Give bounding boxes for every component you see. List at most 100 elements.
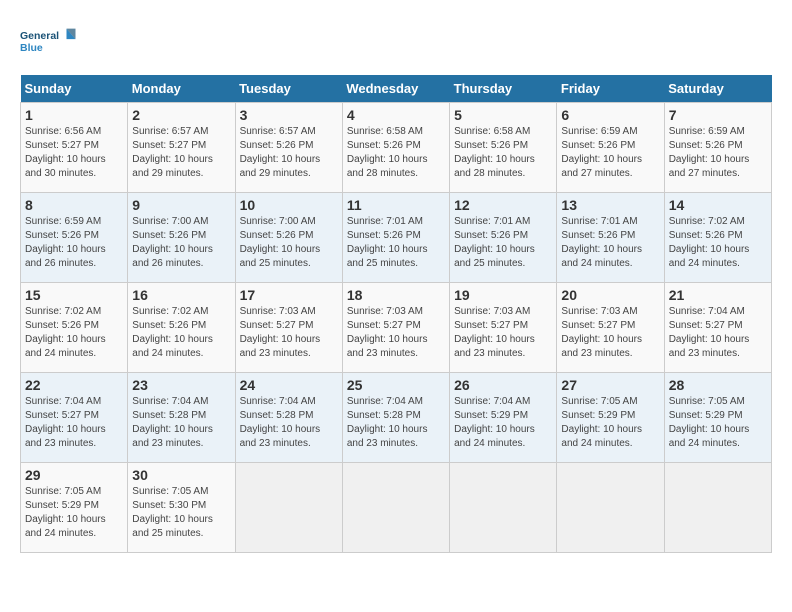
day-info: Sunrise: 6:56 AMSunset: 5:27 PMDaylight:… [25,126,106,179]
calendar-cell: 23 Sunrise: 7:04 AMSunset: 5:28 PMDaylig… [128,373,235,463]
day-number: 15 [25,287,123,303]
day-number: 23 [132,377,230,393]
calendar-cell [450,463,557,553]
day-number: 9 [132,197,230,213]
day-number: 18 [347,287,445,303]
day-info: Sunrise: 6:57 AMSunset: 5:26 PMDaylight:… [240,126,321,179]
calendar-cell: 1 Sunrise: 6:56 AMSunset: 5:27 PMDayligh… [21,103,128,193]
day-info: Sunrise: 7:04 AMSunset: 5:28 PMDaylight:… [240,396,321,449]
day-info: Sunrise: 7:04 AMSunset: 5:27 PMDaylight:… [669,306,750,359]
day-info: Sunrise: 6:58 AMSunset: 5:26 PMDaylight:… [347,126,428,179]
calendar-cell: 27 Sunrise: 7:05 AMSunset: 5:29 PMDaylig… [557,373,664,463]
day-info: Sunrise: 6:59 AMSunset: 5:26 PMDaylight:… [561,126,642,179]
calendar-cell [235,463,342,553]
calendar-cell: 2 Sunrise: 6:57 AMSunset: 5:27 PMDayligh… [128,103,235,193]
calendar-cell: 4 Sunrise: 6:58 AMSunset: 5:26 PMDayligh… [342,103,449,193]
calendar-cell: 9 Sunrise: 7:00 AMSunset: 5:26 PMDayligh… [128,193,235,283]
logo-svg: General Blue [20,20,80,65]
day-number: 20 [561,287,659,303]
calendar-table: SundayMondayTuesdayWednesdayThursdayFrid… [20,75,772,553]
day-info: Sunrise: 7:05 AMSunset: 5:29 PMDaylight:… [561,396,642,449]
calendar-cell: 13 Sunrise: 7:01 AMSunset: 5:26 PMDaylig… [557,193,664,283]
day-number: 14 [669,197,767,213]
calendar-cell: 6 Sunrise: 6:59 AMSunset: 5:26 PMDayligh… [557,103,664,193]
day-number: 10 [240,197,338,213]
day-info: Sunrise: 7:02 AMSunset: 5:26 PMDaylight:… [669,216,750,269]
calendar-cell: 25 Sunrise: 7:04 AMSunset: 5:28 PMDaylig… [342,373,449,463]
day-info: Sunrise: 7:01 AMSunset: 5:26 PMDaylight:… [347,216,428,269]
calendar-cell: 20 Sunrise: 7:03 AMSunset: 5:27 PMDaylig… [557,283,664,373]
day-info: Sunrise: 7:01 AMSunset: 5:26 PMDaylight:… [454,216,535,269]
day-number: 8 [25,197,123,213]
page-header: General Blue [20,20,772,65]
day-number: 30 [132,467,230,483]
calendar-cell: 29 Sunrise: 7:05 AMSunset: 5:29 PMDaylig… [21,463,128,553]
calendar-cell: 5 Sunrise: 6:58 AMSunset: 5:26 PMDayligh… [450,103,557,193]
calendar-cell: 8 Sunrise: 6:59 AMSunset: 5:26 PMDayligh… [21,193,128,283]
day-info: Sunrise: 7:03 AMSunset: 5:27 PMDaylight:… [347,306,428,359]
day-info: Sunrise: 7:04 AMSunset: 5:27 PMDaylight:… [25,396,106,449]
day-number: 29 [25,467,123,483]
weekday-header-tuesday: Tuesday [235,75,342,103]
day-info: Sunrise: 7:00 AMSunset: 5:26 PMDaylight:… [240,216,321,269]
day-number: 24 [240,377,338,393]
day-info: Sunrise: 7:04 AMSunset: 5:28 PMDaylight:… [347,396,428,449]
calendar-cell: 14 Sunrise: 7:02 AMSunset: 5:26 PMDaylig… [664,193,771,283]
day-number: 3 [240,107,338,123]
calendar-cell: 26 Sunrise: 7:04 AMSunset: 5:29 PMDaylig… [450,373,557,463]
day-info: Sunrise: 7:05 AMSunset: 5:29 PMDaylight:… [669,396,750,449]
day-number: 12 [454,197,552,213]
calendar-cell [664,463,771,553]
day-number: 26 [454,377,552,393]
calendar-cell [557,463,664,553]
day-info: Sunrise: 6:57 AMSunset: 5:27 PMDaylight:… [132,126,213,179]
calendar-cell: 28 Sunrise: 7:05 AMSunset: 5:29 PMDaylig… [664,373,771,463]
day-info: Sunrise: 7:04 AMSunset: 5:29 PMDaylight:… [454,396,535,449]
calendar-cell: 7 Sunrise: 6:59 AMSunset: 5:26 PMDayligh… [664,103,771,193]
day-number: 2 [132,107,230,123]
day-number: 27 [561,377,659,393]
day-info: Sunrise: 7:03 AMSunset: 5:27 PMDaylight:… [561,306,642,359]
day-number: 6 [561,107,659,123]
calendar-cell: 11 Sunrise: 7:01 AMSunset: 5:26 PMDaylig… [342,193,449,283]
day-info: Sunrise: 7:03 AMSunset: 5:27 PMDaylight:… [240,306,321,359]
day-number: 1 [25,107,123,123]
calendar-cell: 3 Sunrise: 6:57 AMSunset: 5:26 PMDayligh… [235,103,342,193]
day-number: 17 [240,287,338,303]
calendar-cell: 24 Sunrise: 7:04 AMSunset: 5:28 PMDaylig… [235,373,342,463]
svg-text:Blue: Blue [20,42,43,54]
weekday-header-thursday: Thursday [450,75,557,103]
day-number: 16 [132,287,230,303]
calendar-cell: 30 Sunrise: 7:05 AMSunset: 5:30 PMDaylig… [128,463,235,553]
day-number: 4 [347,107,445,123]
day-number: 28 [669,377,767,393]
svg-text:General: General [20,30,59,42]
weekday-header-friday: Friday [557,75,664,103]
day-info: Sunrise: 7:02 AMSunset: 5:26 PMDaylight:… [132,306,213,359]
calendar-cell: 18 Sunrise: 7:03 AMSunset: 5:27 PMDaylig… [342,283,449,373]
logo: General Blue [20,20,80,65]
calendar-cell: 22 Sunrise: 7:04 AMSunset: 5:27 PMDaylig… [21,373,128,463]
weekday-header-saturday: Saturday [664,75,771,103]
day-number: 13 [561,197,659,213]
calendar-cell: 16 Sunrise: 7:02 AMSunset: 5:26 PMDaylig… [128,283,235,373]
day-number: 25 [347,377,445,393]
day-number: 11 [347,197,445,213]
calendar-cell: 21 Sunrise: 7:04 AMSunset: 5:27 PMDaylig… [664,283,771,373]
calendar-cell: 19 Sunrise: 7:03 AMSunset: 5:27 PMDaylig… [450,283,557,373]
day-number: 19 [454,287,552,303]
day-number: 5 [454,107,552,123]
day-info: Sunrise: 7:02 AMSunset: 5:26 PMDaylight:… [25,306,106,359]
calendar-cell: 15 Sunrise: 7:02 AMSunset: 5:26 PMDaylig… [21,283,128,373]
day-number: 7 [669,107,767,123]
day-info: Sunrise: 7:05 AMSunset: 5:29 PMDaylight:… [25,486,106,539]
weekday-header-sunday: Sunday [21,75,128,103]
day-info: Sunrise: 7:03 AMSunset: 5:27 PMDaylight:… [454,306,535,359]
day-info: Sunrise: 6:58 AMSunset: 5:26 PMDaylight:… [454,126,535,179]
day-info: Sunrise: 7:05 AMSunset: 5:30 PMDaylight:… [132,486,213,539]
day-info: Sunrise: 7:00 AMSunset: 5:26 PMDaylight:… [132,216,213,269]
calendar-cell: 12 Sunrise: 7:01 AMSunset: 5:26 PMDaylig… [450,193,557,283]
day-info: Sunrise: 6:59 AMSunset: 5:26 PMDaylight:… [669,126,750,179]
calendar-cell [342,463,449,553]
day-info: Sunrise: 6:59 AMSunset: 5:26 PMDaylight:… [25,216,106,269]
